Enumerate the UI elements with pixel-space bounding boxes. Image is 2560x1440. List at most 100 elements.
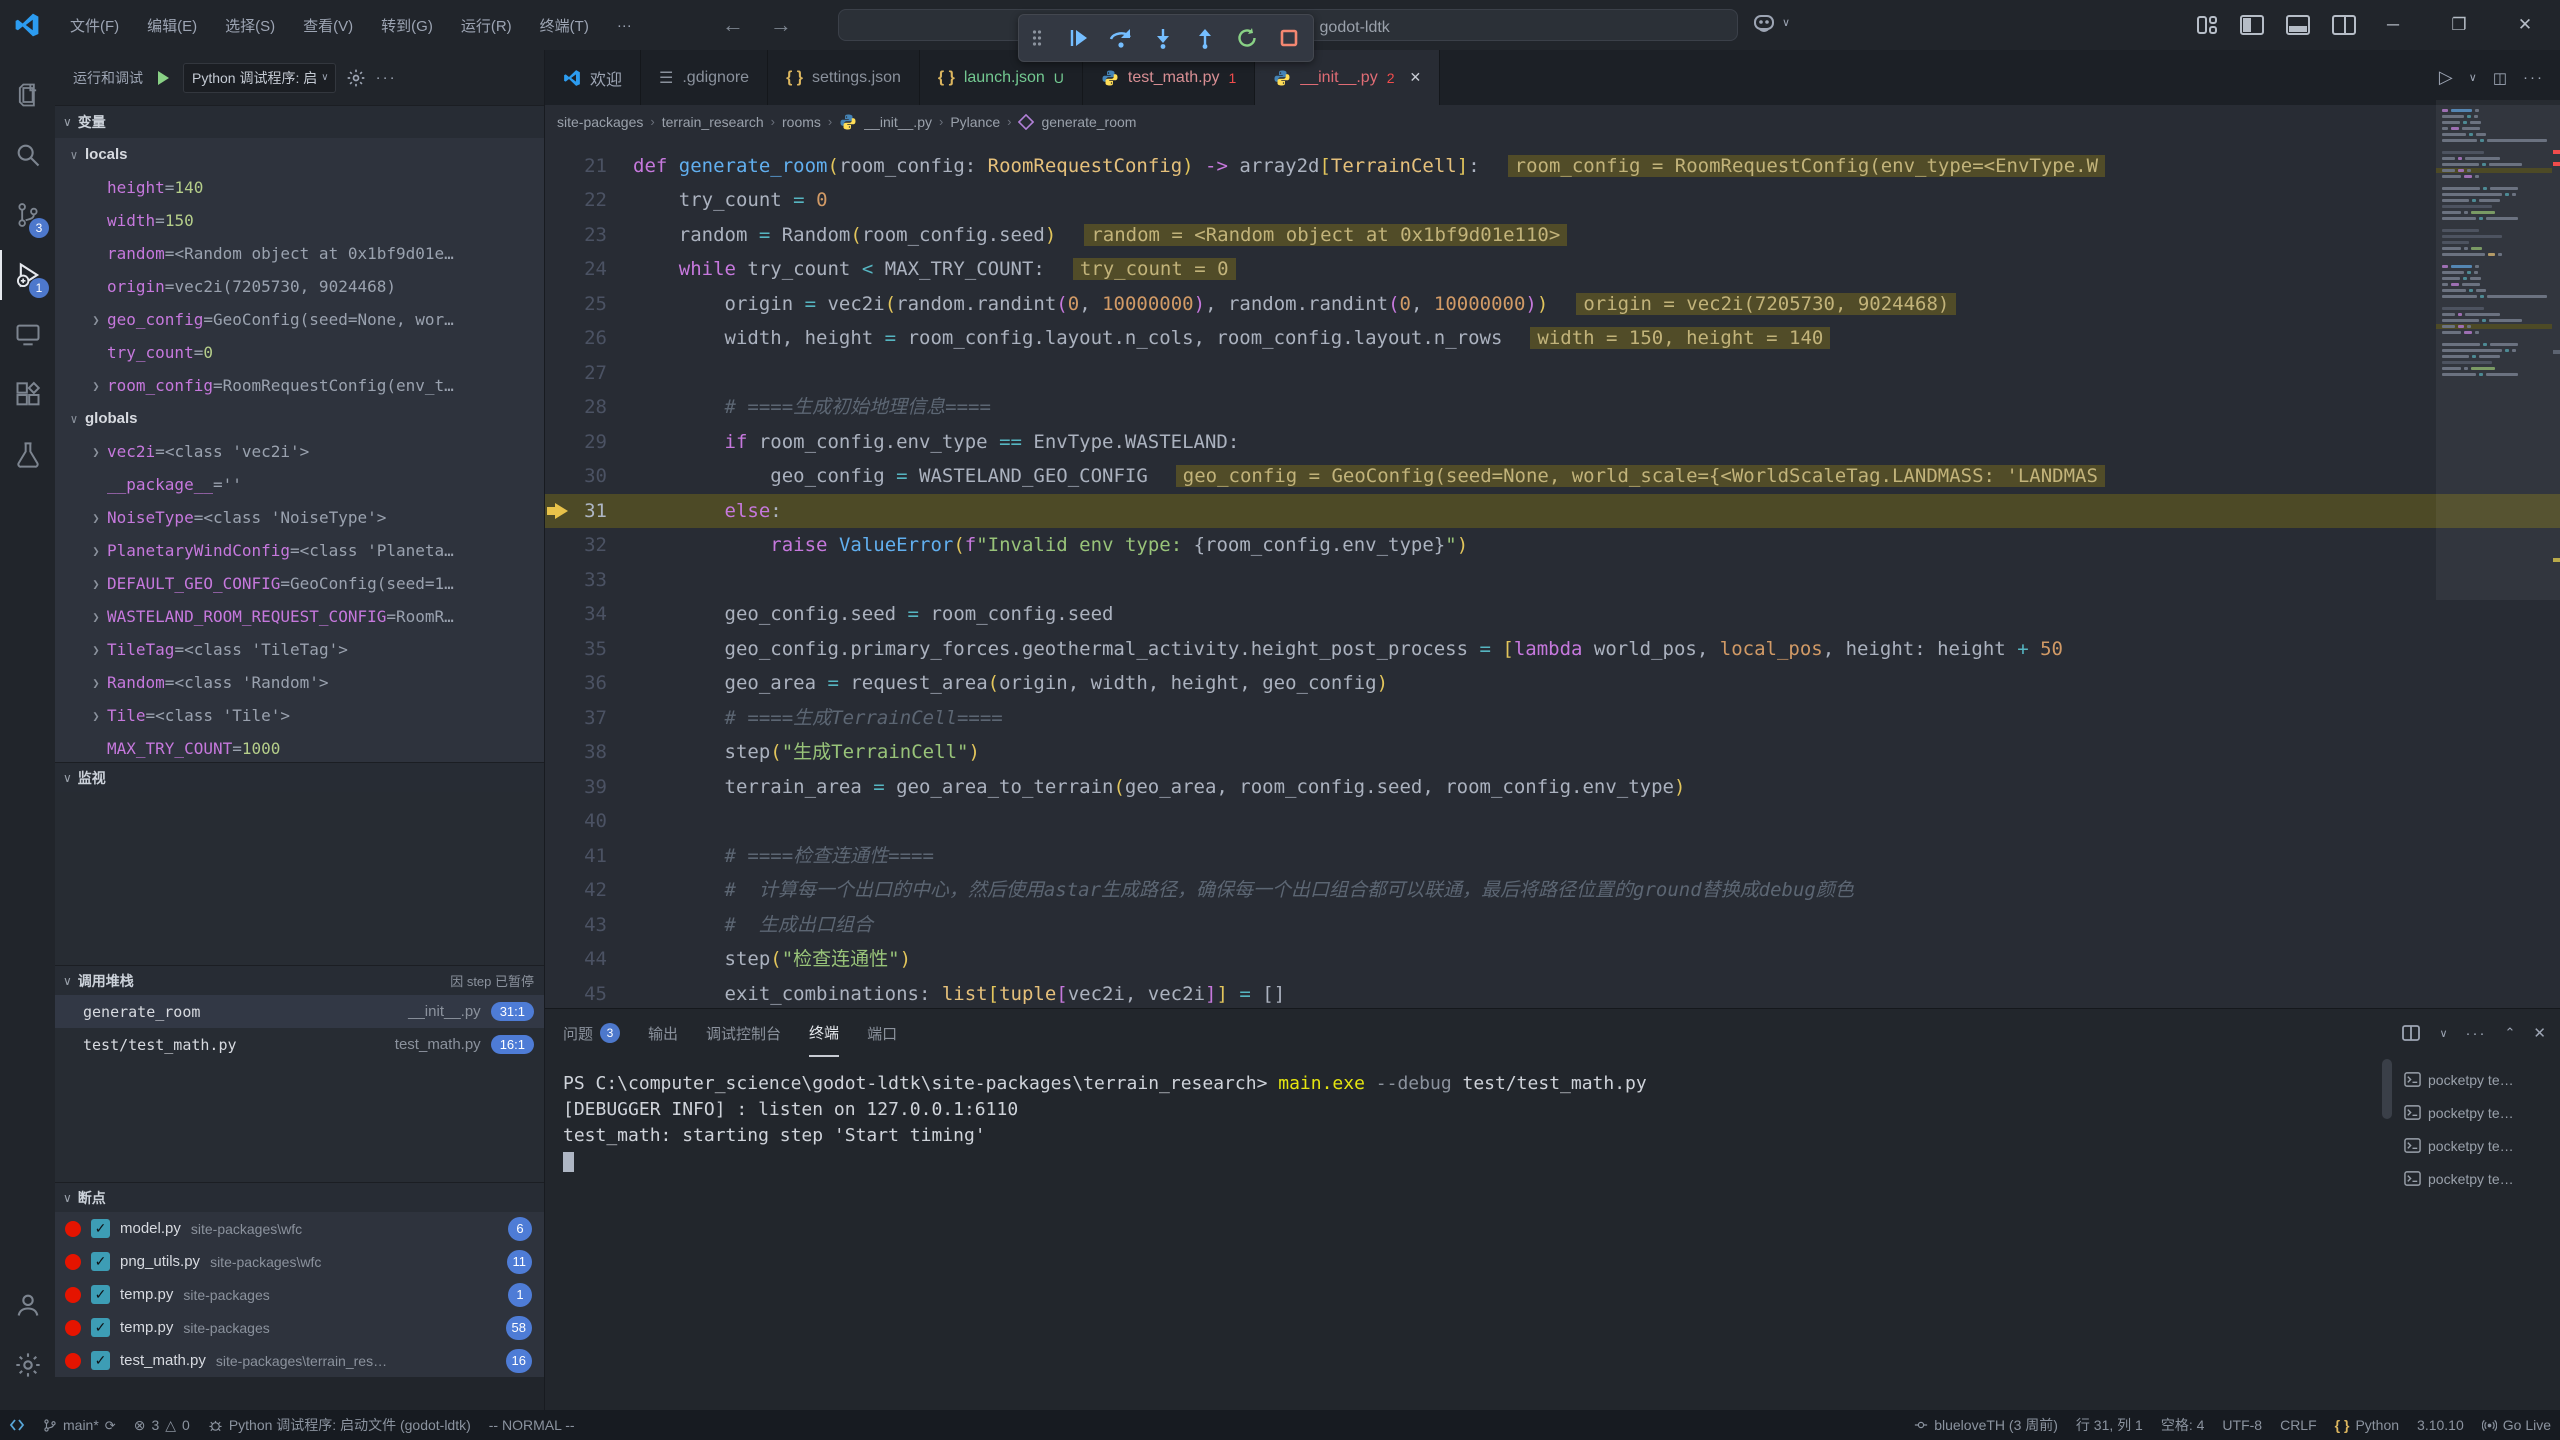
code-line-39[interactable]: 39 terrain_area = geo_area_to_terrain(ge… bbox=[545, 770, 2560, 805]
code-line-20[interactable]: 20 bbox=[545, 138, 2560, 149]
expand-chevron-icon[interactable]: ❯ bbox=[85, 511, 107, 525]
code-line-21[interactable]: 21def generate_room(room_config: RoomReq… bbox=[545, 149, 2560, 184]
expand-chevron-icon[interactable]: ❯ bbox=[85, 544, 107, 558]
toggle-sidebar-icon[interactable] bbox=[2240, 14, 2264, 36]
statusbar-vim-mode[interactable]: -- NORMAL -- bbox=[480, 1410, 584, 1440]
expand-chevron-icon[interactable]: ❯ bbox=[85, 577, 107, 591]
breakpoints-section-header[interactable]: ∨断点 bbox=[55, 1182, 544, 1212]
debug-config-dropdown[interactable]: Python 调试程序: 启 ∨ bbox=[183, 63, 336, 93]
close-window-button[interactable]: ✕ bbox=[2492, 0, 2558, 50]
breakpoint-row[interactable]: ✓png_utils.pysite-packages\wfc11 bbox=[55, 1245, 544, 1278]
more-actions-icon[interactable]: ··· bbox=[2523, 69, 2544, 86]
variable-row[interactable]: ❯PlanetaryWindConfig = <class 'Planeta… bbox=[55, 534, 544, 567]
start-debug-icon[interactable] bbox=[153, 68, 173, 88]
drag-grip-icon[interactable] bbox=[1023, 24, 1051, 52]
terminal-scrollbar[interactable] bbox=[2382, 1059, 2392, 1119]
variables-section-header[interactable]: ∨变量 bbox=[55, 105, 544, 138]
code-line-25[interactable]: 25 origin = vec2i(random.randint(0, 1000… bbox=[545, 287, 2560, 322]
code-line-32[interactable]: 32 raise ValueError(f"Invalid env type: … bbox=[545, 528, 2560, 563]
chevron-down-icon[interactable]: ∨ bbox=[2469, 71, 2477, 84]
close-tab-icon[interactable]: ✕ bbox=[1410, 69, 1422, 86]
variables-group[interactable]: ∨globals bbox=[55, 402, 544, 435]
code-line-40[interactable]: 40 bbox=[545, 804, 2560, 839]
expand-chevron-icon[interactable]: ❯ bbox=[85, 313, 107, 327]
debug-step-over-button[interactable] bbox=[1107, 24, 1135, 52]
variable-row[interactable]: ❯Random = <class 'Random'> bbox=[55, 666, 544, 699]
breadcrumb-item[interactable]: __init__.py bbox=[864, 114, 932, 130]
code-line-37[interactable]: 37 # ====生成TerrainCell==== bbox=[545, 701, 2560, 736]
expand-chevron-icon[interactable]: ❯ bbox=[85, 610, 107, 624]
callstack-frame[interactable]: generate_room__init__.py31:1 bbox=[55, 995, 544, 1028]
breakpoint-checkbox[interactable]: ✓ bbox=[91, 1351, 110, 1370]
toggle-secondary-sidebar-icon[interactable] bbox=[2332, 14, 2356, 36]
code-line-26[interactable]: 26 width, height = room_config.layout.n_… bbox=[545, 321, 2560, 356]
code-line-45[interactable]: 45 exit_combinations: list[tuple[vec2i, … bbox=[545, 977, 2560, 1009]
testing-icon[interactable] bbox=[0, 430, 55, 480]
variable-row[interactable]: MAX_TRY_COUNT = 1000 bbox=[55, 732, 544, 762]
debug-step-out-button[interactable] bbox=[1191, 24, 1219, 52]
tab-.gdignore[interactable]: ☰.gdignore bbox=[641, 50, 768, 105]
nav-forward-icon[interactable]: → bbox=[770, 12, 792, 38]
run-and-debug-icon[interactable]: 1 bbox=[0, 250, 55, 300]
code-line-29[interactable]: 29 if room_config.env_type == EnvType.WA… bbox=[545, 425, 2560, 460]
chevron-down-icon[interactable]: ∨ bbox=[2439, 1027, 2447, 1040]
toggle-panel-icon[interactable] bbox=[2286, 14, 2310, 36]
menu-item-2[interactable]: 编辑(E) bbox=[133, 0, 211, 50]
breakpoint-checkbox[interactable]: ✓ bbox=[91, 1285, 110, 1304]
statusbar-problems[interactable]: ⊗3△0 bbox=[125, 1410, 199, 1440]
restore-button[interactable]: ❐ bbox=[2426, 0, 2492, 50]
breadcrumb-item[interactable]: Pylance bbox=[950, 114, 1000, 130]
menu-item-1[interactable]: 文件(F) bbox=[56, 0, 133, 50]
remote-explorer-icon[interactable] bbox=[0, 310, 55, 360]
expand-chevron-icon[interactable]: ❯ bbox=[85, 445, 107, 459]
statusbar-remote-indicator[interactable] bbox=[0, 1410, 34, 1440]
terminal-instance-item[interactable]: pocketpy te… bbox=[2396, 1096, 2556, 1129]
variable-row[interactable]: ❯WASTELAND_ROOM_REQUEST_CONFIG = RoomR… bbox=[55, 600, 544, 633]
debug-restart-button[interactable] bbox=[1233, 24, 1261, 52]
variable-row[interactable]: ❯Tile = <class 'Tile'> bbox=[55, 699, 544, 732]
breakpoint-checkbox[interactable]: ✓ bbox=[91, 1219, 110, 1238]
variable-row[interactable]: random = <Random object at 0x1bf9d01e… bbox=[55, 237, 544, 270]
source-control-icon[interactable]: 3 bbox=[0, 190, 55, 240]
code-line-28[interactable]: 28 # ====生成初始地理信息==== bbox=[545, 390, 2560, 425]
panel-tab-问题[interactable]: 问题3 bbox=[563, 1009, 620, 1057]
account-icon[interactable] bbox=[0, 1280, 55, 1330]
debug-gear-icon[interactable] bbox=[346, 68, 366, 88]
variable-row[interactable]: __package__ = '' bbox=[55, 468, 544, 501]
terminal-instance-item[interactable]: pocketpy te… bbox=[2396, 1129, 2556, 1162]
statusbar-eol[interactable]: CRLF bbox=[2271, 1410, 2326, 1440]
terminal-output[interactable]: PS C:\computer_science\godot-ldtk\site-p… bbox=[563, 1071, 2390, 1400]
menu-item-7[interactable]: 终端(T) bbox=[526, 0, 603, 50]
close-panel-icon[interactable]: ✕ bbox=[2533, 1024, 2546, 1042]
panel-tab-输出[interactable]: 输出 bbox=[648, 1009, 678, 1057]
settings-gear-icon[interactable] bbox=[0, 1340, 55, 1390]
nav-back-icon[interactable]: ← bbox=[722, 12, 744, 38]
code-line-38[interactable]: 38 step("生成TerrainCell") bbox=[545, 735, 2560, 770]
statusbar-git-branch[interactable]: main*⟳ bbox=[34, 1410, 125, 1440]
search-view-icon[interactable] bbox=[0, 130, 55, 180]
code-line-27[interactable]: 27 bbox=[545, 356, 2560, 391]
maximize-panel-icon[interactable]: ⌃ bbox=[2505, 1025, 2516, 1041]
code-line-33[interactable]: 33 bbox=[545, 563, 2560, 598]
breakpoint-row[interactable]: ✓temp.pysite-packages58 bbox=[55, 1311, 544, 1344]
variable-row[interactable]: ❯NoiseType = <class 'NoiseType'> bbox=[55, 501, 544, 534]
panel-tab-端口[interactable]: 端口 bbox=[867, 1009, 897, 1057]
variable-row[interactable]: ❯vec2i = <class 'vec2i'> bbox=[55, 435, 544, 468]
statusbar-cursor-position[interactable]: 行 31, 列 1 bbox=[2067, 1410, 2152, 1440]
variable-row[interactable]: ❯room_config = RoomRequestConfig(env_t… bbox=[55, 369, 544, 402]
breadcrumb-item[interactable]: site-packages bbox=[557, 114, 643, 130]
menu-item-3[interactable]: 选择(S) bbox=[211, 0, 289, 50]
menu-item-4[interactable]: 查看(V) bbox=[289, 0, 367, 50]
menu-item-6[interactable]: 运行(R) bbox=[447, 0, 526, 50]
breakpoint-row[interactable]: ✓temp.pysite-packages1 bbox=[55, 1278, 544, 1311]
breakpoint-row[interactable]: ✓test_math.pysite-packages\terrain_res…1… bbox=[55, 1344, 544, 1377]
statusbar-gitlens-blame[interactable]: blueloveTH (3 周前) bbox=[1905, 1410, 2067, 1440]
statusbar-language-mode[interactable]: { }Python bbox=[2326, 1410, 2408, 1440]
terminal-instance-item[interactable]: pocketpy te… bbox=[2396, 1063, 2556, 1096]
split-editor-icon[interactable]: ◫ bbox=[2493, 69, 2507, 87]
code-line-36[interactable]: 36 geo_area = request_area(origin, width… bbox=[545, 666, 2560, 701]
code-line-41[interactable]: 41 # ====检查连通性==== bbox=[545, 839, 2560, 874]
variable-row[interactable]: origin = vec2i(7205730, 9024468) bbox=[55, 270, 544, 303]
statusbar-indentation[interactable]: 空格: 4 bbox=[2152, 1410, 2214, 1440]
callstack-frame[interactable]: test/test_math.pytest_math.py16:1 bbox=[55, 1028, 544, 1061]
